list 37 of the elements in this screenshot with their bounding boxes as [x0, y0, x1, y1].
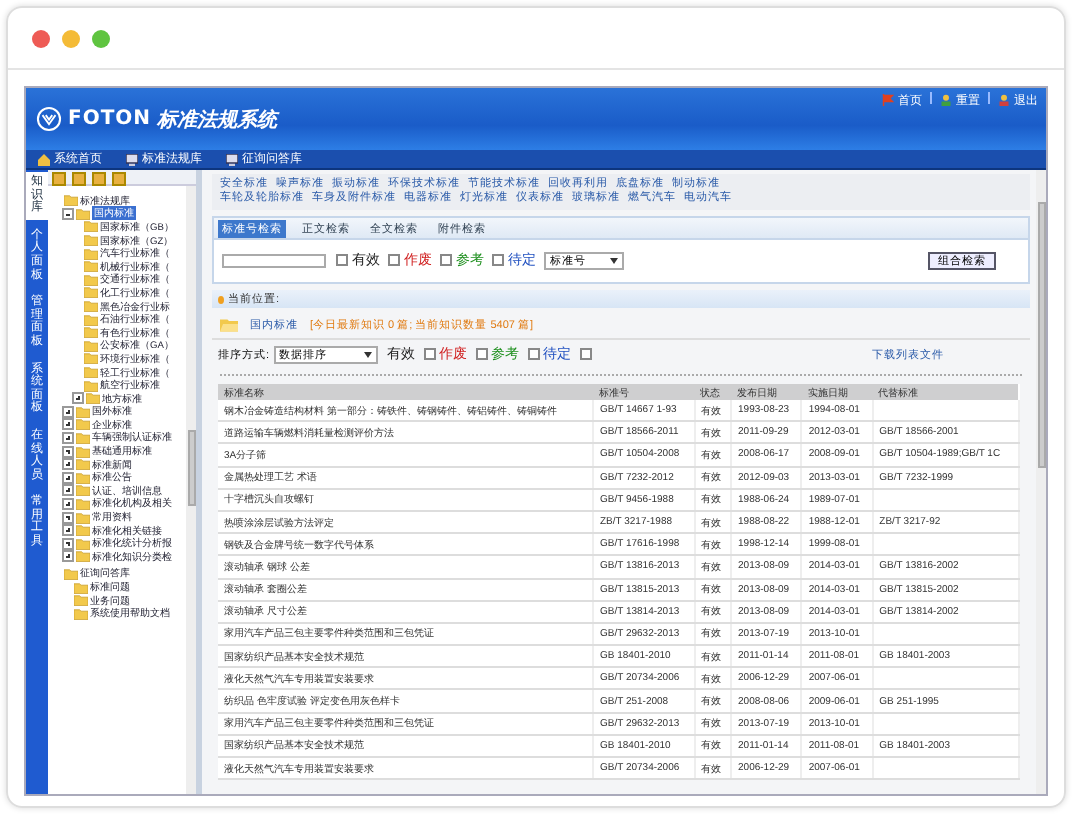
checkbox[interactable] [336, 254, 348, 266]
flag-icon [882, 94, 894, 106]
checkbox[interactable] [579, 348, 592, 360]
search-field[interactable] [222, 253, 326, 267]
checkbox[interactable] [423, 348, 436, 360]
expand-icon[interactable] [62, 524, 74, 537]
checkbox[interactable] [492, 254, 504, 266]
person-icon [940, 94, 952, 106]
expand-icon[interactable] [62, 471, 74, 484]
expand-icon[interactable] [62, 458, 74, 471]
scrollbar[interactable] [186, 186, 196, 794]
maximize-button[interactable] [92, 29, 110, 47]
checkbox[interactable] [388, 254, 400, 266]
monitor-icon [226, 153, 238, 165]
checkbox[interactable] [475, 348, 488, 360]
checkbox[interactable] [527, 348, 540, 360]
expand-icon[interactable] [62, 484, 74, 497]
info-icon [218, 295, 224, 303]
expand-icon[interactable] [62, 405, 74, 418]
close-button[interactable] [32, 29, 50, 47]
collapse-icon[interactable] [62, 207, 74, 220]
expand-icon[interactable] [62, 550, 74, 563]
scrollbar[interactable] [1036, 170, 1046, 794]
monitor-icon [126, 153, 138, 165]
logo-icon [36, 106, 62, 132]
expand-icon[interactable] [62, 431, 74, 444]
expand-icon[interactable] [62, 497, 74, 510]
checkbox[interactable] [440, 254, 452, 266]
expand-icon[interactable] [72, 392, 84, 405]
expand-icon[interactable] [62, 537, 74, 550]
expand-icon[interactable] [62, 511, 74, 524]
person-icon [998, 94, 1010, 106]
expand-icon[interactable] [62, 445, 74, 458]
logo-text: FOTON [68, 108, 152, 130]
folder-icon [220, 316, 238, 332]
expand-icon[interactable] [62, 418, 74, 431]
system-title: 标准法规系统 [157, 107, 278, 133]
